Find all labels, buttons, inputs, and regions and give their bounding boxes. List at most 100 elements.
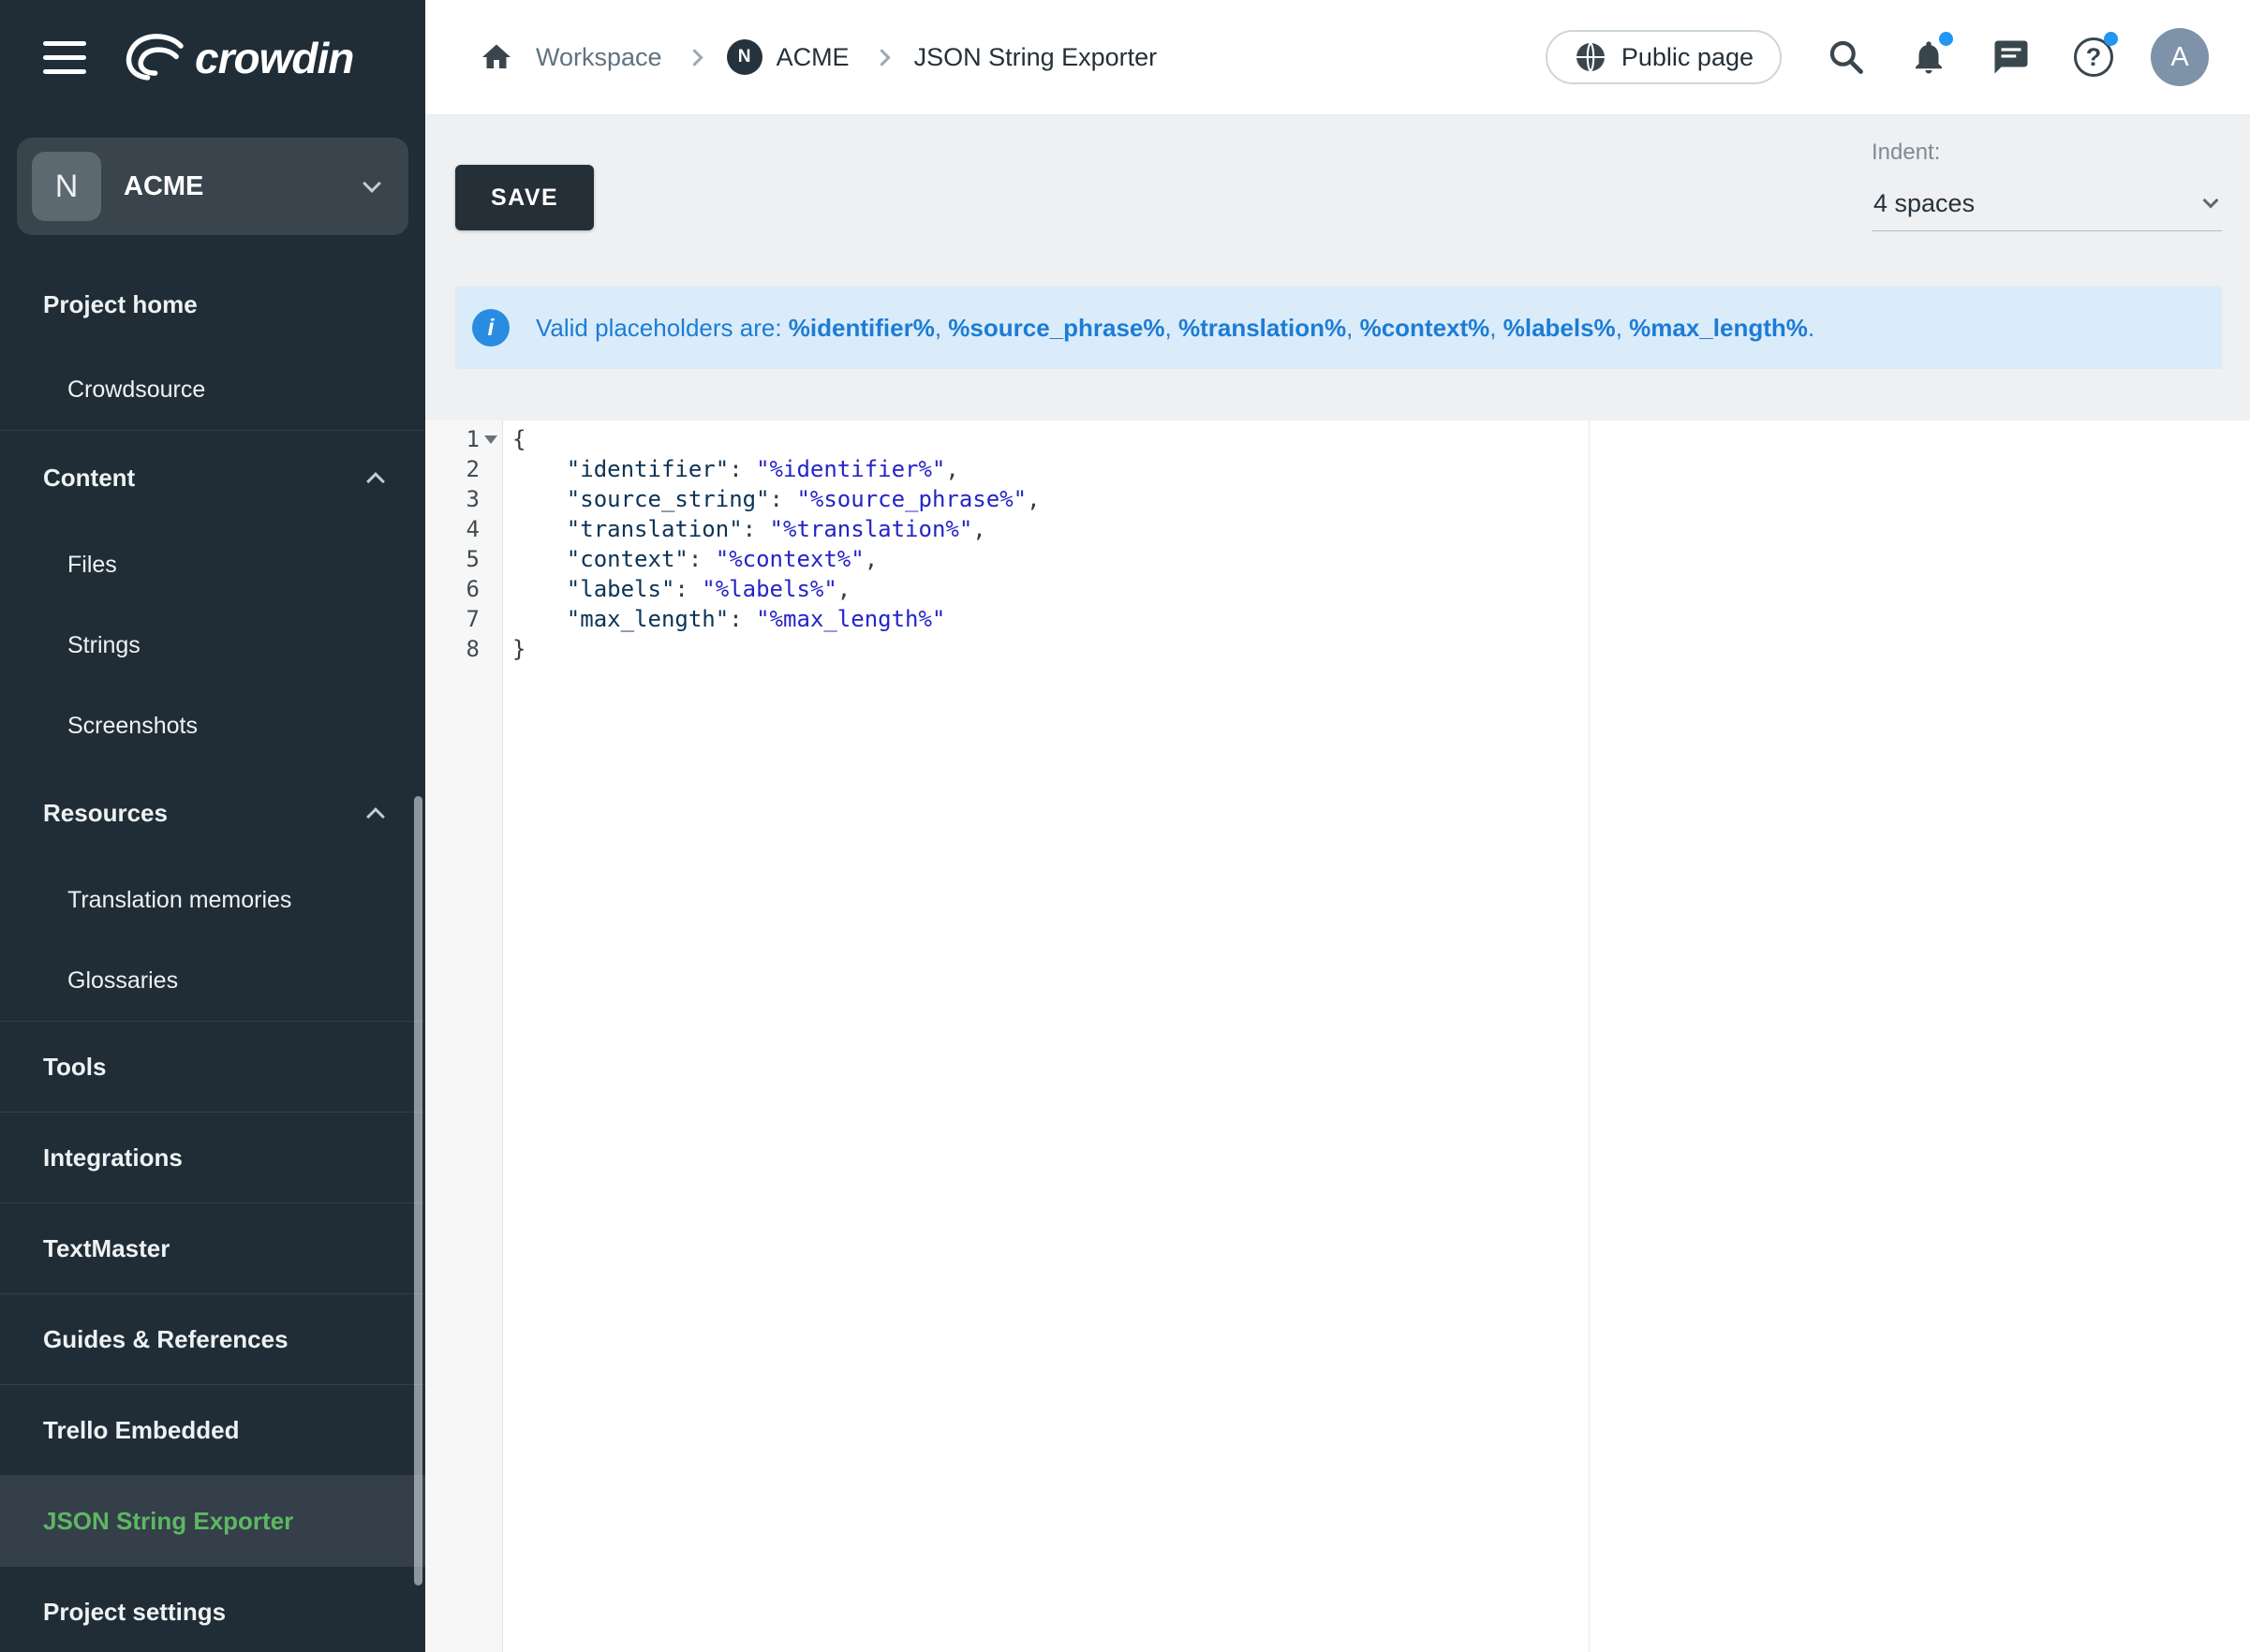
sidebar-item-label: Crowdsource bbox=[67, 376, 205, 404]
code-line: "context": "%context%", bbox=[512, 544, 2250, 574]
placeholder-token: %context% bbox=[1360, 314, 1490, 342]
user-avatar[interactable]: A bbox=[2151, 28, 2209, 86]
sidebar-item-integrations[interactable]: Integrations bbox=[0, 1113, 425, 1202]
crowdin-logo[interactable]: crowdin bbox=[120, 31, 353, 85]
project-selector[interactable]: N ACME bbox=[17, 138, 408, 235]
sidebar-item-translation-memories[interactable]: Translation memories bbox=[0, 860, 425, 940]
search-button[interactable] bbox=[1821, 32, 1872, 82]
help-dot bbox=[2104, 32, 2118, 46]
chevron-right-icon bbox=[873, 49, 890, 66]
line-number: 7 bbox=[425, 604, 502, 634]
notifications-button[interactable] bbox=[1903, 32, 1954, 82]
save-button[interactable]: SAVE bbox=[455, 165, 594, 230]
sidebar-item-files[interactable]: Files bbox=[0, 524, 425, 605]
indent-label: Indent: bbox=[1872, 140, 2222, 166]
sidebar-item-glossaries[interactable]: Glossaries bbox=[0, 940, 425, 1021]
code-line: "source_string": "%source_phrase%", bbox=[512, 484, 2250, 514]
placeholder-token: %labels% bbox=[1503, 314, 1616, 342]
sidebar-item-label: Project settings bbox=[43, 1598, 226, 1627]
sidebar-item-label: Project home bbox=[43, 290, 198, 319]
breadcrumb-current: JSON String Exporter bbox=[914, 43, 1158, 72]
placeholder-token: %source_phrase% bbox=[948, 314, 1164, 342]
breadcrumb: Workspace N ACME JSON String Exporter bbox=[480, 39, 1157, 75]
project-selector-name: ACME bbox=[124, 171, 343, 202]
main-content: SAVE Indent: 4 spaces i Valid placeholde… bbox=[425, 115, 2250, 1652]
sidebar-nav: Project home Crowdsource Content Files Strin… bbox=[0, 259, 425, 1652]
sidebar-item-crowdsource[interactable]: Crowdsource bbox=[0, 349, 425, 430]
sidebar-item-label: Trello Embedded bbox=[43, 1416, 240, 1445]
breadcrumb-project-label: ACME bbox=[777, 43, 850, 72]
sidebar-item-textmaster[interactable]: TextMaster bbox=[0, 1203, 425, 1293]
notification-dot bbox=[1939, 32, 1953, 46]
sidebar-item-trello-embedded[interactable]: Trello Embedded bbox=[0, 1385, 425, 1475]
crowdin-logo-icon bbox=[120, 31, 187, 85]
sidebar-item-resources[interactable]: Resources bbox=[0, 766, 425, 860]
info-icon: i bbox=[472, 309, 510, 347]
code-line: "translation": "%translation%", bbox=[512, 514, 2250, 544]
sidebar-item-label: Translation memories bbox=[67, 887, 291, 914]
sidebar-item-content[interactable]: Content bbox=[0, 431, 425, 524]
sidebar-item-project-home[interactable]: Project home bbox=[0, 259, 425, 349]
line-number: 4 bbox=[425, 514, 502, 544]
chat-icon bbox=[1991, 37, 2031, 77]
code-line: { bbox=[512, 424, 2250, 454]
project-avatar: N bbox=[727, 39, 762, 75]
breadcrumb-project[interactable]: N ACME bbox=[727, 39, 850, 75]
sidebar-item-label: Files bbox=[67, 552, 117, 579]
fold-arrow-icon[interactable] bbox=[484, 435, 497, 444]
top-bar: crowdin Workspace N ACME JSON String Exp… bbox=[0, 0, 2250, 115]
sidebar-item-label: Content bbox=[43, 464, 135, 493]
line-number: 8 bbox=[425, 634, 502, 664]
banner-text: Valid placeholders are: %identifier%, %s… bbox=[536, 314, 1814, 343]
public-page-label: Public page bbox=[1621, 43, 1754, 72]
placeholder-token: %identifier% bbox=[789, 314, 935, 342]
menu-button[interactable] bbox=[43, 41, 86, 74]
sidebar-item-label: Guides & References bbox=[43, 1325, 289, 1354]
chevron-up-icon bbox=[366, 472, 385, 491]
indent-select-value: 4 spaces bbox=[1873, 189, 1975, 218]
code-line: "labels": "%labels%", bbox=[512, 574, 2250, 604]
placeholder-token: %max_length% bbox=[1629, 314, 1808, 342]
sidebar-item-label: Integrations bbox=[43, 1143, 183, 1173]
code-editor[interactable]: 12345678 { "identifier": "%identifier%",… bbox=[425, 420, 2250, 1652]
code-line: "max_length": "%max_length%" bbox=[512, 604, 2250, 634]
sidebar-item-project-settings[interactable]: Project settings bbox=[0, 1567, 425, 1652]
sidebar-item-guides-references[interactable]: Guides & References bbox=[0, 1294, 425, 1384]
globe-icon bbox=[1574, 40, 1607, 74]
code-line: } bbox=[512, 634, 2250, 664]
line-number: 2 bbox=[425, 454, 502, 484]
sidebar-item-label: Resources bbox=[43, 799, 168, 828]
editor-gutter: 12345678 bbox=[425, 420, 503, 1652]
help-button[interactable]: ? bbox=[2068, 32, 2119, 82]
chevron-up-icon bbox=[366, 807, 385, 826]
messages-button[interactable] bbox=[1986, 32, 2036, 82]
sidebar-item-strings[interactable]: Strings bbox=[0, 605, 425, 686]
breadcrumb-workspace[interactable]: Workspace bbox=[536, 43, 662, 72]
indent-control: Indent: 4 spaces bbox=[1872, 140, 2222, 231]
code-line: "identifier": "%identifier%", bbox=[512, 454, 2250, 484]
chevron-down-icon bbox=[2203, 193, 2219, 209]
home-icon[interactable] bbox=[480, 40, 513, 74]
indent-select[interactable]: 4 spaces bbox=[1872, 177, 2222, 231]
sidebar-item-screenshots[interactable]: Screenshots bbox=[0, 686, 425, 766]
public-page-button[interactable]: Public page bbox=[1546, 30, 1782, 84]
sidebar-scrollbar[interactable] bbox=[414, 796, 422, 1586]
topbar-main: Workspace N ACME JSON String Exporter Pu… bbox=[425, 0, 2250, 115]
sidebar-item-label: TextMaster bbox=[43, 1234, 170, 1263]
line-number: 1 bbox=[425, 424, 502, 454]
topbar-actions: Public page bbox=[1546, 28, 2209, 86]
sidebar-item-json-string-exporter[interactable]: JSON String Exporter bbox=[0, 1476, 425, 1566]
editor-code[interactable]: { "identifier": "%identifier%", "source_… bbox=[503, 420, 2250, 1652]
chevron-down-icon bbox=[363, 174, 381, 193]
editor-ruler bbox=[1589, 420, 1590, 1652]
sidebar-item-label: JSON String Exporter bbox=[43, 1507, 293, 1536]
sidebar-item-label: Screenshots bbox=[67, 713, 198, 740]
crowdin-logo-text: crowdin bbox=[195, 33, 353, 83]
project-selector-avatar: N bbox=[32, 152, 101, 221]
sidebar-item-label: Glossaries bbox=[67, 967, 178, 995]
sidebar-item-label: Strings bbox=[67, 632, 141, 659]
line-number: 5 bbox=[425, 544, 502, 574]
line-number: 6 bbox=[425, 574, 502, 604]
sidebar-item-tools[interactable]: Tools bbox=[0, 1022, 425, 1112]
chevron-right-icon bbox=[686, 49, 703, 66]
